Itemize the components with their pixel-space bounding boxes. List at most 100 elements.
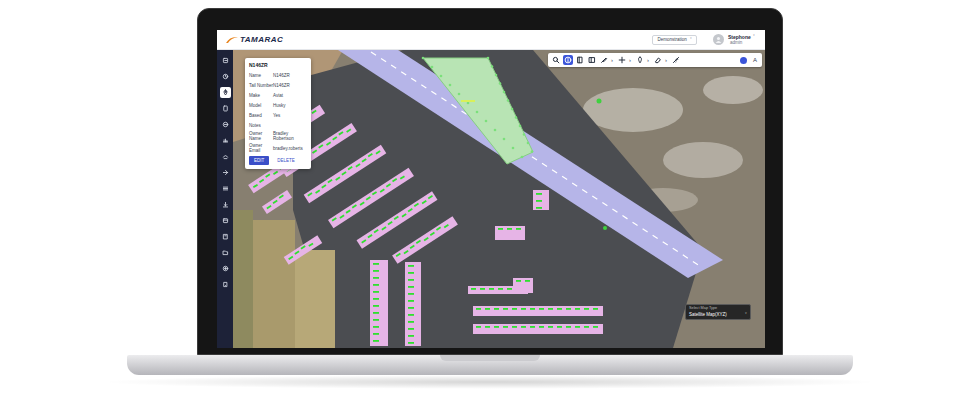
workspace-caret: ˅ (690, 37, 692, 43)
user-menu[interactable]: Stephone˅admin (728, 34, 755, 46)
edit-button[interactable]: EDIT (249, 156, 269, 165)
sidebar-item[interactable] (220, 279, 231, 290)
user-caret: ˅ (753, 34, 755, 40)
map-type-value-row: Satellite Map(XYZ)˅ (689, 311, 747, 318)
nav-glyph-icon (222, 169, 229, 176)
tool-caret: › (663, 56, 669, 64)
field-value: bradley.roberts (273, 146, 307, 151)
field-label: Make (249, 93, 273, 98)
nav-glyph-icon (222, 89, 229, 96)
tool-button[interactable] (563, 55, 573, 65)
brush-icon (600, 56, 608, 64)
tool-button[interactable] (599, 55, 609, 65)
layer-toggle-dot[interactable] (740, 57, 747, 64)
nav-glyph-icon (222, 281, 229, 288)
layers-icon (576, 56, 584, 64)
user-role: admin (728, 40, 755, 46)
sidebar-item[interactable] (220, 215, 231, 226)
feature-popup: N146ZRNameN146ZRTail NumberN146ZRMakeAvi… (245, 58, 311, 169)
toolbar-tool[interactable] (575, 55, 585, 65)
sidebar-item[interactable] (220, 55, 231, 66)
map-type-caret: ˅ (745, 311, 747, 318)
nav-glyph-icon (222, 105, 229, 112)
nav-glyph-icon (222, 265, 229, 272)
toolbar-tool[interactable] (551, 55, 561, 65)
toolbar-tool[interactable] (587, 55, 597, 65)
field-value: N146ZR (273, 73, 307, 78)
toolbar-tool[interactable]: › (653, 55, 669, 65)
popup-field: Notes (249, 120, 307, 130)
sidebar-item[interactable] (220, 135, 231, 146)
tool-button[interactable] (635, 55, 645, 65)
toolbar-tool[interactable]: › (599, 55, 615, 65)
tool-button[interactable] (671, 55, 681, 65)
popup-field: Owner Emailbradley.roberts (249, 142, 307, 154)
workspace-dropdown[interactable]: Demonstration ˅ (652, 35, 697, 45)
field-label: Notes (249, 123, 273, 128)
toolbar-tool[interactable]: › (635, 55, 651, 65)
field-value: Yes (273, 113, 307, 118)
toolbar-tool[interactable] (671, 55, 681, 65)
delete-button[interactable]: DELETE (272, 156, 300, 165)
nav-glyph-icon (222, 249, 229, 256)
sidebar-item[interactable] (220, 103, 231, 114)
eraser-icon (654, 56, 662, 64)
sidebar-item[interactable] (220, 231, 231, 242)
field-label: Name (249, 73, 273, 78)
workspace-label: Demonstration (657, 37, 686, 43)
map[interactable]: N146ZRNameN146ZRTail NumberN146ZRMakeAvi… (233, 50, 765, 348)
sidebar-item[interactable] (220, 87, 231, 98)
nav-glyph-icon (222, 217, 229, 224)
panel-icon (588, 56, 596, 64)
field-value: N146ZR (273, 83, 307, 88)
popup-field: ModelHusky (249, 100, 307, 110)
toolbar-tool[interactable]: › (617, 55, 633, 65)
toolbar-tool[interactable] (563, 55, 573, 65)
sidebar-item[interactable] (220, 247, 231, 258)
user-name-row: Stephone˅ (728, 34, 755, 40)
tool-button[interactable] (617, 55, 627, 65)
sidebar-item[interactable] (220, 71, 231, 82)
tool-caret: › (627, 56, 633, 64)
tool-button[interactable] (587, 55, 597, 65)
nav-glyph-icon (222, 185, 229, 192)
popup-field: BasedYes (249, 110, 307, 120)
sidebar-item[interactable] (220, 119, 231, 130)
avatar-icon[interactable] (713, 34, 724, 45)
logo-text: TAMARAC (240, 36, 283, 44)
laptop-shadow (100, 375, 880, 389)
tool-button[interactable] (551, 55, 561, 65)
sidebar-item[interactable] (220, 151, 231, 162)
popup-field: Tail NumberN146ZR (249, 80, 307, 90)
plus-icon (618, 56, 626, 64)
logo[interactable]: TAMARAC (225, 35, 283, 44)
sidebar-item[interactable] (220, 183, 231, 194)
sidebar-item[interactable] (220, 199, 231, 210)
popup-field: Owner NameBradley Robertson (249, 130, 307, 142)
sidebar (217, 50, 233, 348)
sidebar-item[interactable] (220, 263, 231, 274)
nav-glyph-icon (222, 121, 229, 128)
nav-glyph-icon (222, 201, 229, 208)
page: TAMARACDemonstration˅Stephone˅adminN146Z… (0, 0, 980, 400)
map-type-value: Satellite Map(XYZ) (689, 311, 745, 318)
tool-button[interactable] (653, 55, 663, 65)
laptop-screen-bezel: TAMARACDemonstration˅Stephone˅adminN146Z… (197, 8, 783, 355)
popup-field: MakeAviat (249, 90, 307, 100)
nav-glyph-icon (222, 153, 229, 160)
sidebar-item[interactable] (220, 167, 231, 178)
map-type-select[interactable]: Select Map TypeSatellite Map(XYZ)˅ (685, 304, 751, 320)
tool-button[interactable] (575, 55, 585, 65)
nav-glyph-icon (222, 137, 229, 144)
logo-swoosh-icon (225, 35, 239, 44)
field-label: Based (249, 113, 273, 118)
label-toggle[interactable]: A (753, 56, 759, 64)
ruler-icon (672, 56, 680, 64)
field-label: Owner Name (249, 131, 273, 141)
nav-glyph-icon (222, 57, 229, 64)
field-label: Model (249, 103, 273, 108)
field-value: Husky (273, 103, 307, 108)
app-header: TAMARACDemonstration˅Stephone˅admin (217, 30, 765, 50)
user-name: Stephone (728, 34, 751, 40)
tool-caret: › (609, 56, 615, 64)
